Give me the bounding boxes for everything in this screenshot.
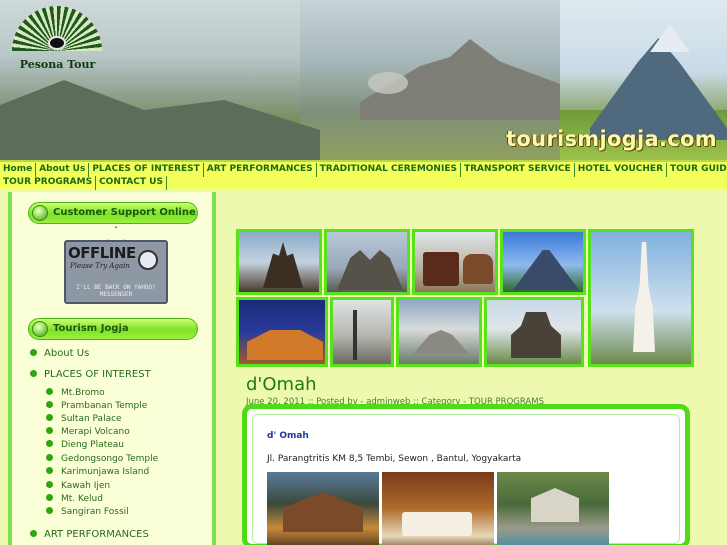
- submenu-gedongsongo[interactable]: Gedongsongo Temple: [46, 454, 158, 464]
- submenu-label: Gedongsongo Temple: [61, 454, 159, 464]
- submenu-label: Dieng Plateau: [61, 440, 124, 450]
- submenu-label: Prambanan Temple: [61, 401, 148, 411]
- submenu-label: Merapi Volcano: [61, 427, 130, 437]
- sidebar: Customer Support Online OFFLINE Please T…: [8, 192, 216, 545]
- submenu-label: Mt. Kelud: [61, 494, 103, 504]
- bullet-icon: [46, 494, 53, 501]
- bullet-orb-icon: [32, 321, 48, 337]
- post-photo-bedroom[interactable]: [382, 472, 494, 545]
- gallery-volcano[interactable]: [500, 229, 586, 295]
- gallery-prambanan[interactable]: [236, 229, 322, 295]
- bullet-icon: [30, 349, 37, 356]
- tourism-jogja-label: Tourism Jogja: [53, 323, 129, 334]
- menu-places-label: PLACES OF INTEREST: [44, 369, 151, 380]
- gallery-bromo-view[interactable]: [396, 297, 482, 367]
- nav-row-1: Home About Us PLACES OF INTEREST ART PER…: [0, 163, 727, 177]
- submenu-mt-bromo[interactable]: Mt.Bromo: [46, 388, 105, 398]
- bullet-icon: [46, 467, 53, 474]
- logo-text: Pesona Tour: [19, 58, 96, 71]
- bullet-icon: [46, 401, 53, 408]
- banner-mountain-left: [0, 80, 320, 160]
- submenu-label: Kawah Ijen: [61, 481, 111, 491]
- nav-hotel-voucher[interactable]: HOTEL VOUCHER: [575, 163, 668, 177]
- nav-transport-service[interactable]: TRANSPORT SERVICE: [461, 163, 575, 177]
- gallery-tugu-monument[interactable]: [588, 229, 694, 367]
- header-banner: Pesona Tour tourismjogja.com: [0, 0, 727, 160]
- gallery-malioboro[interactable]: [330, 297, 394, 367]
- offline-footnote: I'LL BE BACK ON YAHOO! MESSENGER: [76, 284, 156, 298]
- nav-contact-us[interactable]: CONTACT US: [96, 176, 167, 190]
- submenu-dieng[interactable]: Dieng Plateau: [46, 440, 124, 450]
- post-content-box: d' Omah Jl. Parangtritis KM 8,5 Tembi, S…: [242, 404, 690, 545]
- bullet-icon: [46, 454, 53, 461]
- submenu-sultan-palace[interactable]: Sultan Palace: [46, 414, 122, 424]
- tourism-jogja-heading: Tourism Jogja: [28, 318, 198, 340]
- yahoo-status-button[interactable]: OFFLINE Please Try Again I'LL BE BACK ON…: [64, 226, 168, 306]
- bullet-icon: [46, 414, 53, 421]
- nav-art-performances[interactable]: ART PERFORMANCES: [204, 163, 317, 177]
- nav-tour-programs[interactable]: TOUR PROGRAMS: [0, 176, 97, 190]
- bullet-icon: [30, 370, 37, 377]
- offline-subtext: Please Try Again: [70, 262, 130, 270]
- nav-places-of-interest[interactable]: PLACES OF INTEREST: [89, 163, 204, 177]
- main-nav: Home About Us PLACES OF INTEREST ART PER…: [0, 160, 727, 190]
- submenu-label: Mt.Bromo: [61, 388, 105, 398]
- submenu-karimunjawa[interactable]: Karimunjawa Island: [46, 467, 149, 477]
- gallery-dieng-temple[interactable]: [484, 297, 584, 367]
- menu-art-label: ART PERFORMANCES: [44, 529, 149, 540]
- submenu-mt-kelud[interactable]: Mt. Kelud: [46, 494, 103, 504]
- site-logo[interactable]: Pesona Tour: [10, 6, 105, 76]
- post-heading: d' Omah: [267, 431, 309, 441]
- logo-eye-icon: [48, 36, 66, 50]
- post-address: Jl. Parangtritis KM 8,5 Tembi, Sewon , B…: [267, 454, 522, 464]
- messenger-smiley-icon: [138, 250, 158, 270]
- post-photo-exterior[interactable]: [267, 472, 379, 545]
- gallery-andong[interactable]: [412, 229, 498, 295]
- submenu-sangiran[interactable]: Sangiran Fossil: [46, 507, 129, 517]
- gallery-borobudur[interactable]: [324, 229, 410, 295]
- submenu-prambanan[interactable]: Prambanan Temple: [46, 401, 147, 411]
- photo-gallery: [236, 229, 694, 367]
- submenu-label: Sultan Palace: [61, 414, 122, 424]
- bullet-icon: [46, 440, 53, 447]
- offline-text: OFFLINE: [68, 244, 136, 262]
- submenu-label: Karimunjawa Island: [61, 467, 150, 477]
- bullet-icon: [46, 507, 53, 514]
- nav-row-2: TOUR PROGRAMS CONTACT US: [0, 176, 167, 190]
- menu-about-us-label: About Us: [44, 348, 90, 359]
- bullet-orb-icon: [32, 205, 48, 221]
- nav-home[interactable]: Home: [0, 163, 37, 177]
- site-url-text: tourismjogja.com: [506, 127, 717, 151]
- bullet-icon: [46, 481, 53, 488]
- bullet-icon: [30, 530, 37, 537]
- submenu-label: Sangiran Fossil: [61, 507, 129, 517]
- support-heading: Customer Support Online: [28, 202, 198, 224]
- post-title[interactable]: d'Omah: [246, 374, 317, 395]
- banner-crater-smoke: [368, 72, 408, 94]
- menu-about-us[interactable]: About Us: [30, 348, 89, 359]
- main-content: d'Omah June 20, 2011 :: Posted by - admi…: [230, 192, 727, 545]
- support-heading-label: Customer Support Online: [53, 207, 196, 218]
- page: Pesona Tour tourismjogja.com Home About …: [0, 0, 727, 545]
- menu-places-of-interest[interactable]: PLACES OF INTEREST: [30, 369, 151, 380]
- nav-traditional-ceremonies[interactable]: TRADITIONAL CEREMONIES: [317, 163, 461, 177]
- menu-art-performances[interactable]: ART PERFORMANCES: [30, 529, 149, 540]
- nav-tour-guide[interactable]: TOUR GUIDE & LO: [667, 163, 727, 177]
- submenu-kawah-ijen[interactable]: Kawah Ijen: [46, 481, 110, 491]
- bullet-icon: [46, 427, 53, 434]
- bullet-icon: [46, 388, 53, 395]
- gallery-palace-night[interactable]: [236, 297, 328, 367]
- post-photo-pool[interactable]: [497, 472, 609, 545]
- submenu-merapi[interactable]: Merapi Volcano: [46, 427, 130, 437]
- nav-about-us[interactable]: About Us: [36, 163, 90, 177]
